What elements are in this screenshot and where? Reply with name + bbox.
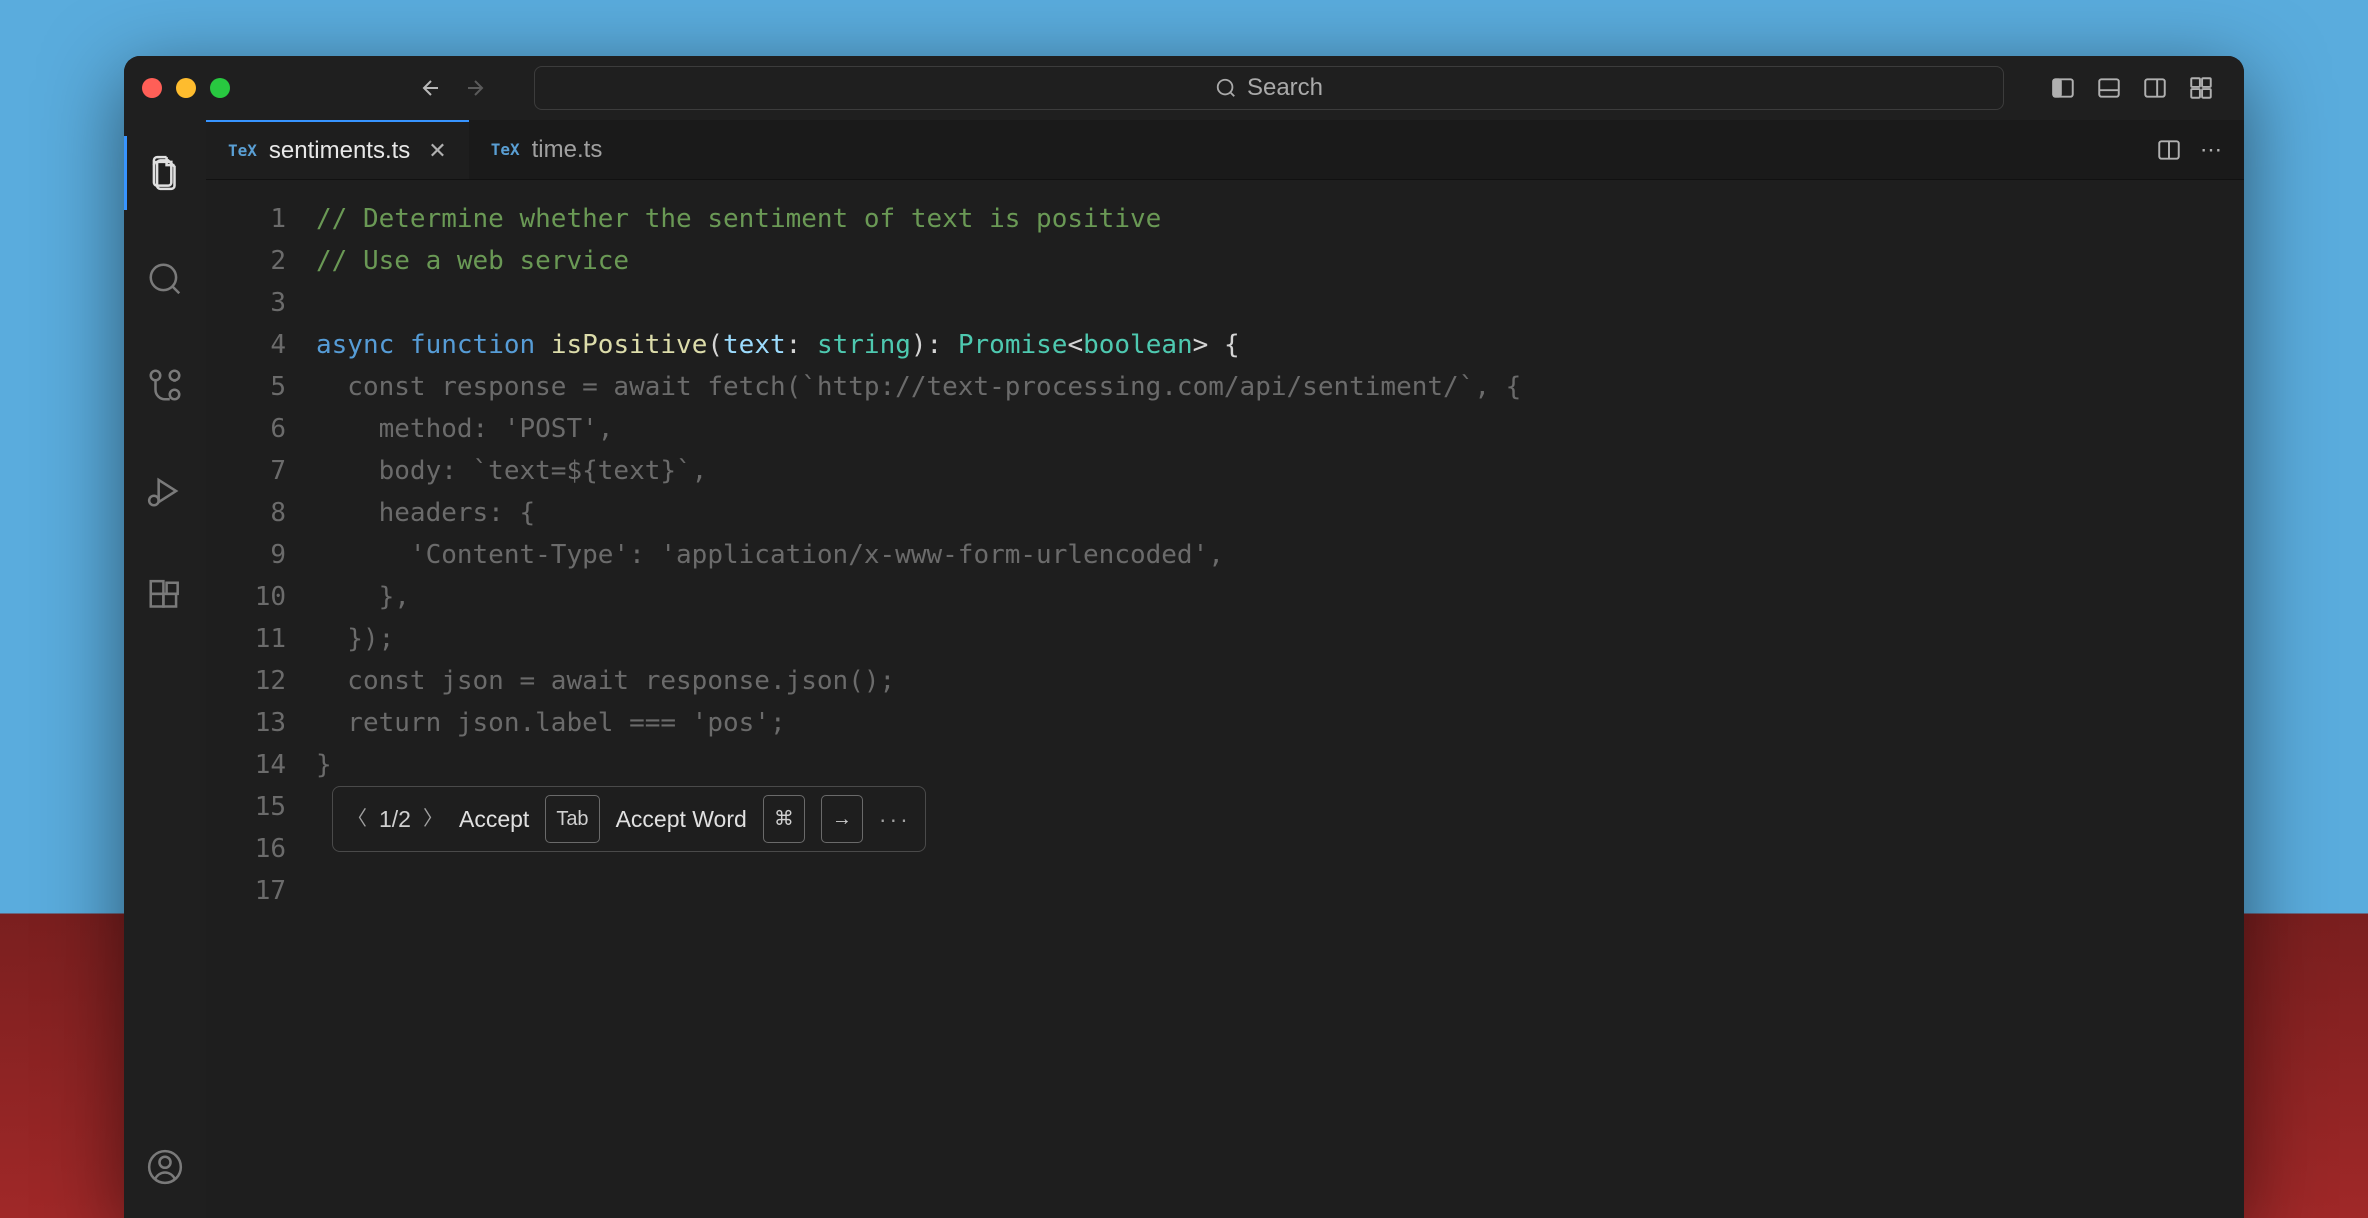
tab-label: sentiments.ts xyxy=(269,137,410,165)
minimize-window-button[interactable] xyxy=(176,78,196,98)
file-type-icon: TeX xyxy=(228,141,257,160)
layout-controls xyxy=(2050,75,2214,101)
search-activity-icon[interactable] xyxy=(124,242,206,316)
command-center-search[interactable]: Search xyxy=(534,66,2004,110)
body: TeX sentiments.ts ✕ TeX time.ts ⋯ 123456… xyxy=(124,120,2244,1218)
customize-layout-icon[interactable] xyxy=(2188,75,2214,101)
accept-word-key-cmd: ⌘ xyxy=(763,795,805,843)
close-tab-icon[interactable]: ✕ xyxy=(428,138,446,164)
close-window-button[interactable] xyxy=(142,78,162,98)
nav-arrows xyxy=(418,75,488,101)
line-gutter: 1234567891011121314151617 xyxy=(206,198,316,1218)
nav-forward-button[interactable] xyxy=(462,75,488,101)
more-actions-icon[interactable]: ⋯ xyxy=(2200,137,2222,163)
tab-time[interactable]: TeX time.ts xyxy=(469,120,625,179)
code-editor[interactable]: 1234567891011121314151617 // Determine w… xyxy=(206,180,2244,1218)
run-debug-icon[interactable] xyxy=(124,454,206,528)
suggestion-counter: 1/2 xyxy=(379,798,411,840)
toggle-primary-sidebar-icon[interactable] xyxy=(2050,75,2076,101)
file-type-icon: TeX xyxy=(491,140,520,159)
vscode-window: Search xyxy=(124,56,2244,1218)
nav-back-button[interactable] xyxy=(418,75,444,101)
accept-suggestion-button[interactable]: Accept xyxy=(459,798,529,840)
editor-group: TeX sentiments.ts ✕ TeX time.ts ⋯ 123456… xyxy=(206,120,2244,1218)
tab-label: time.ts xyxy=(532,136,603,164)
toggle-secondary-sidebar-icon[interactable] xyxy=(2142,75,2168,101)
prev-suggestion-button[interactable]: 〈 xyxy=(347,798,367,840)
source-control-icon[interactable] xyxy=(124,348,206,422)
traffic-lights xyxy=(142,78,230,98)
search-icon xyxy=(1215,77,1237,99)
code-content: // Determine whether the sentiment of te… xyxy=(316,198,2244,1218)
toggle-panel-icon[interactable] xyxy=(2096,75,2122,101)
search-placeholder: Search xyxy=(1247,74,1323,102)
suggestion-more-icon[interactable]: ··· xyxy=(879,798,911,840)
inline-suggestion-toolbar: 〈 1/2 〉 Accept Tab Accept Word ⌘ → ··· xyxy=(332,786,926,852)
maximize-window-button[interactable] xyxy=(210,78,230,98)
accept-word-button[interactable]: Accept Word xyxy=(616,798,747,840)
accept-key-hint: Tab xyxy=(545,795,599,843)
extensions-icon[interactable] xyxy=(124,560,206,634)
activity-bar xyxy=(124,120,206,1218)
explorer-icon[interactable] xyxy=(124,136,206,210)
split-editor-icon[interactable] xyxy=(2156,137,2182,163)
accounts-icon[interactable] xyxy=(124,1130,206,1204)
next-suggestion-button[interactable]: 〉 xyxy=(423,798,443,840)
accept-word-key-arrow: → xyxy=(821,795,863,843)
tab-sentiments[interactable]: TeX sentiments.ts ✕ xyxy=(206,120,469,179)
tab-actions: ⋯ xyxy=(2156,120,2244,179)
tab-bar: TeX sentiments.ts ✕ TeX time.ts ⋯ xyxy=(206,120,2244,180)
titlebar: Search xyxy=(124,56,2244,120)
